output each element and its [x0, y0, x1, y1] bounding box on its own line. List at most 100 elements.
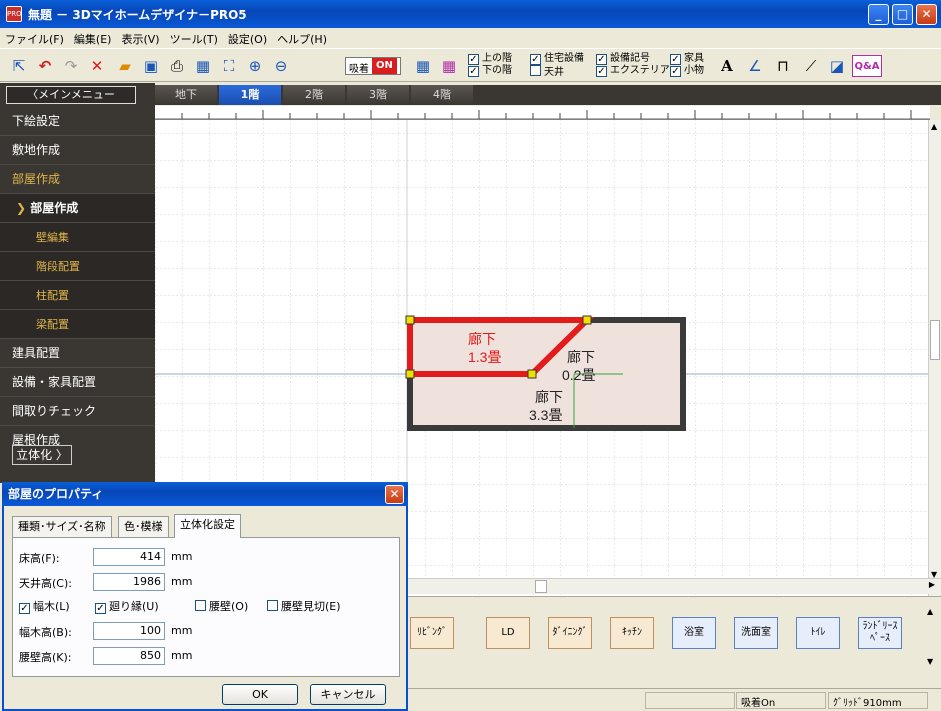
- scroll-right-icon[interactable]: ▶: [929, 580, 935, 589]
- tab-floor-1[interactable]: 1階: [219, 85, 281, 105]
- palette-scroll-down-icon[interactable]: ▼: [927, 657, 933, 666]
- baseboard-height-input[interactable]: 100: [93, 622, 165, 640]
- save-icon[interactable]: ▣: [140, 55, 162, 77]
- submenu-item-beam[interactable]: 梁配置: [0, 310, 155, 339]
- tab-floor-3[interactable]: 3階: [347, 85, 409, 105]
- menu-file[interactable]: ファイル(F): [0, 28, 69, 47]
- check-ceiling[interactable]: 天井: [530, 65, 584, 79]
- check-waist-wall-trim[interactable]: 腰壁見切(E): [267, 598, 341, 614]
- print-icon[interactable]: ⎙: [166, 55, 188, 77]
- rittai-button[interactable]: 立体化 〉: [12, 445, 72, 465]
- tab-type-size-name[interactable]: 種類･サイズ･名称: [12, 516, 112, 537]
- menu-item-fittings[interactable]: 建具配置: [0, 339, 155, 368]
- room-properties-dialog: 部屋のプロパティ ✕ 種類･サイズ･名称 色･模様 立体化設定 床高(F): 4…: [2, 482, 408, 711]
- menu-item-underlay[interactable]: 下絵設定: [0, 107, 155, 136]
- window-title: 無題 － 3Dマイホームデザイナ－PRO5: [28, 8, 247, 22]
- camera-icon[interactable]: ◪: [826, 55, 848, 77]
- close-button[interactable]: ✕: [916, 4, 937, 25]
- menu-item-site[interactable]: 敷地作成: [0, 136, 155, 165]
- vertical-scroll-thumb[interactable]: [930, 320, 940, 360]
- submenu-item-room-create[interactable]: ❯ 部屋作成: [0, 194, 155, 223]
- palette-dining[interactable]: ﾀﾞｲﾆﾝｸﾞ: [548, 617, 592, 649]
- palette-toilet[interactable]: ﾄｲﾚ: [796, 617, 840, 649]
- check-lower-floor[interactable]: ✓ 下の階: [468, 65, 512, 77]
- palette-washroom[interactable]: 洗面室: [734, 617, 778, 649]
- dimension-icon[interactable]: ⊓: [772, 55, 794, 77]
- palette-bath[interactable]: 浴室: [672, 617, 716, 649]
- zoom-in-icon[interactable]: ⊕: [244, 55, 266, 77]
- palette-laundry[interactable]: ﾗﾝﾄﾞﾘｰｽﾍﾟｰｽ: [858, 617, 902, 649]
- maximize-button[interactable]: □: [892, 4, 913, 25]
- menu-view[interactable]: 表示(V): [116, 28, 164, 47]
- ok-button[interactable]: OK: [222, 684, 298, 705]
- horizontal-scroll-thumb[interactable]: [535, 580, 547, 593]
- select-cursor-icon[interactable]: ⇱: [8, 55, 30, 77]
- zoom-out-icon[interactable]: ⊖: [270, 55, 292, 77]
- menu-tools[interactable]: ツール(T): [165, 28, 223, 47]
- menu-item-equipment[interactable]: 設備・家具配置: [0, 368, 155, 397]
- submenu-item-pillar[interactable]: 柱配置: [0, 281, 155, 310]
- check-baseboard[interactable]: ✓ 幅木(L): [19, 598, 70, 614]
- minimize-button[interactable]: _: [868, 4, 889, 25]
- palette-kitchen[interactable]: ｷｯﾁﾝ: [610, 617, 654, 649]
- room-label-size: 0.2畳: [562, 367, 595, 383]
- menu-item-room[interactable]: 部屋作成: [0, 165, 155, 194]
- submenu-item-stairs[interactable]: 階段配置: [0, 252, 155, 281]
- check-small-items[interactable]: ✓ 小物: [670, 65, 704, 77]
- check-exterior[interactable]: ✓ エクステリア: [596, 65, 670, 77]
- check-group-equipment: ✓ 住宅設備 天井: [530, 53, 584, 79]
- menu-help[interactable]: ヘルプ(H): [272, 28, 332, 47]
- tab-floor-4[interactable]: 4階: [411, 85, 473, 105]
- vertical-scrollbar[interactable]: ▲ ▼: [928, 120, 941, 596]
- redo-icon[interactable]: ↷: [60, 55, 82, 77]
- floor-height-input[interactable]: 414: [93, 548, 165, 566]
- image-icon[interactable]: ▦: [192, 55, 214, 77]
- resize-handle[interactable]: [405, 369, 415, 379]
- ceiling-height-input[interactable]: 1986: [93, 573, 165, 591]
- palette-living[interactable]: ﾘﾋﾞﾝｸﾞ: [410, 617, 454, 649]
- menu-settings[interactable]: 設定(O): [223, 28, 272, 47]
- resize-handle[interactable]: [582, 315, 592, 325]
- tab-floor-2[interactable]: 2階: [283, 85, 345, 105]
- snap-toggle[interactable]: 吸着 ON: [345, 57, 401, 75]
- menu-item-layout-check[interactable]: 間取りチェック: [0, 397, 155, 426]
- grid-icon[interactable]: ▦: [412, 55, 434, 77]
- main-menu-button[interactable]: 〈メインメニュー: [6, 86, 136, 104]
- unit-label: mm: [171, 575, 193, 588]
- submenu-item-wall-edit[interactable]: 壁編集: [0, 223, 155, 252]
- check-cornice[interactable]: ✓ 廻り縁(U): [95, 598, 159, 614]
- scroll-up-icon[interactable]: ▲: [931, 122, 937, 131]
- resize-handle[interactable]: [405, 315, 415, 325]
- cancel-button[interactable]: キャンセル: [310, 684, 386, 705]
- delete-icon[interactable]: ✕: [86, 55, 108, 77]
- room-label-name: 廊下: [535, 389, 563, 405]
- tab-3d-settings[interactable]: 立体化設定: [174, 514, 241, 538]
- check-equipment-symbol[interactable]: ✓ 設備記号: [596, 53, 670, 65]
- horizontal-scrollbar[interactable]: ▶: [400, 578, 941, 594]
- palette-ld[interactable]: LD: [486, 617, 530, 649]
- menu-bar: ファイル(F) 編集(E) 表示(V) ツール(T) 設定(O) ヘルプ(H): [0, 28, 941, 47]
- measure-icon[interactable]: ⟋: [800, 55, 822, 77]
- check-upper-floor[interactable]: ✓ 上の階: [468, 53, 512, 65]
- line-draw-icon[interactable]: ∠: [744, 55, 766, 77]
- tab-color-pattern[interactable]: 色･模様: [118, 516, 169, 537]
- qa-button[interactable]: Q&A: [852, 55, 882, 77]
- menu-edit[interactable]: 編集(E): [69, 28, 117, 47]
- check-housing-equipment[interactable]: ✓ 住宅設備: [530, 53, 584, 65]
- app-icon: PRO: [6, 6, 22, 22]
- resize-handle[interactable]: [527, 369, 537, 379]
- floor-tabs: 地下 1階 2階 3階 4階: [155, 85, 941, 105]
- open-folder-icon[interactable]: ▰: [114, 55, 136, 77]
- undo-icon[interactable]: ↶: [34, 55, 56, 77]
- check-furniture[interactable]: ✓ 家具: [670, 53, 704, 65]
- waist-height-input[interactable]: 850: [93, 647, 165, 665]
- room-label-name: 廊下: [468, 331, 496, 347]
- check-waist-wall[interactable]: 腰壁(O): [195, 598, 248, 614]
- fit-view-icon[interactable]: ⛶: [218, 55, 240, 77]
- toolbar: ⇱ ↶ ↷ ✕ ▰ ▣ ⎙ ▦ ⛶ ⊕ ⊖ 吸着 ON ▦ ▦ ✓ 上の階 ✓ 下の…: [0, 48, 941, 82]
- text-icon[interactable]: A: [716, 55, 738, 77]
- dialog-close-button[interactable]: ✕: [385, 485, 404, 504]
- tab-basement[interactable]: 地下: [155, 85, 217, 105]
- layer-grid-icon[interactable]: ▦: [438, 55, 460, 77]
- palette-scroll-up-icon[interactable]: ▲: [927, 607, 933, 616]
